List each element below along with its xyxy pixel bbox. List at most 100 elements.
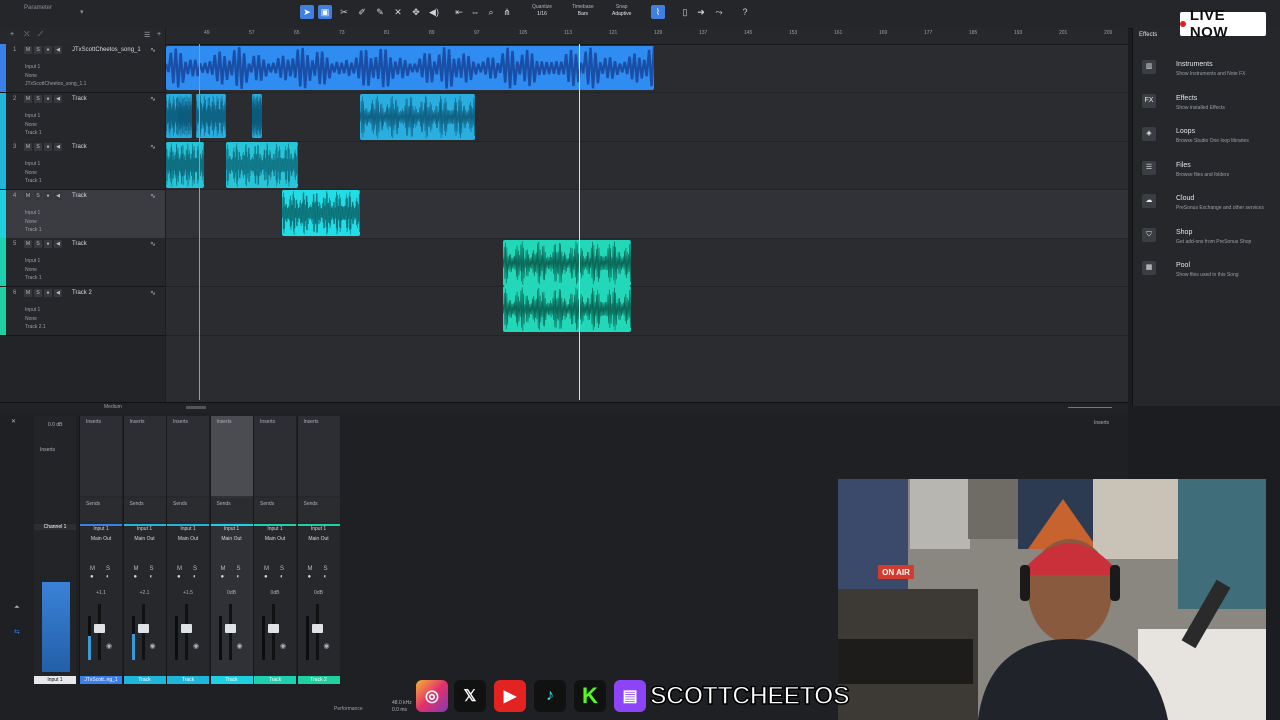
strip-solo-button[interactable]: S [193, 566, 197, 572]
track-layer[interactable]: JTxScottCheetos_song_1.1 [25, 81, 86, 87]
automation-icon[interactable]: ⟋ [38, 31, 43, 39]
audio-clip[interactable] [226, 142, 298, 188]
track-output[interactable]: None [25, 267, 37, 273]
paint-tool-icon[interactable]: ✎ [373, 5, 387, 19]
sends-slot[interactable]: Sends [167, 498, 209, 522]
arrow-tool-icon[interactable]: ➤ [300, 5, 314, 19]
track-header[interactable]: 4 M S ● ◀ Track ∿ Input 1 None Track 1 [0, 189, 165, 239]
inserts-slot[interactable]: Inserts [123, 416, 166, 496]
mute-button[interactable]: M [24, 191, 32, 200]
inserts-slot[interactable]: Inserts [297, 416, 340, 496]
strip-record-icon[interactable]: ● [134, 574, 138, 580]
strip-monitor-icon[interactable]: ◐ [106, 574, 110, 580]
strip-input[interactable]: Input 1 [254, 526, 296, 532]
strip-monitor-icon[interactable]: ◐ [324, 574, 328, 580]
track-lane[interactable] [166, 93, 1128, 142]
zoom-slider[interactable] [1068, 407, 1112, 408]
track-input[interactable]: Input 1 [25, 307, 40, 313]
strip-input[interactable]: Input 1 [298, 526, 340, 532]
pan-knob-icon[interactable]: ◉ [324, 642, 330, 650]
mixer-channel-strip[interactable]: Inserts Sends Input 1 Main Out M S ● ◐ +… [122, 416, 166, 684]
strip-output[interactable]: Main Out [298, 536, 340, 542]
automation-wave-icon[interactable]: ∿ [150, 46, 156, 54]
volume-fader-handle[interactable] [268, 624, 279, 633]
metronome-tool-icon[interactable]: ⋔ [500, 5, 514, 19]
track-name[interactable]: Track [72, 241, 87, 247]
monitor-button[interactable]: ◀ [54, 191, 62, 200]
zoom-tool-icon[interactable]: ⌕ [484, 5, 498, 19]
record-button[interactable]: ● [44, 46, 52, 54]
track-name[interactable]: Track [72, 96, 87, 102]
audio-clip[interactable] [503, 286, 631, 332]
sends-slot[interactable]: Sends [297, 498, 340, 522]
forward-icon[interactable]: ➜ [694, 5, 708, 19]
add-track-icon[interactable]: + [10, 31, 14, 38]
strip-record-icon[interactable]: ● [221, 574, 225, 580]
mute-tool-icon[interactable]: ✕ [391, 5, 405, 19]
range-tool-icon[interactable]: ▣ [318, 5, 332, 19]
strip-solo-button[interactable]: S [280, 566, 284, 572]
track-input[interactable]: Input 1 [25, 113, 40, 119]
strip-record-icon[interactable]: ● [264, 574, 268, 580]
track-layer[interactable]: Track 1 [25, 178, 41, 184]
track-menu-icon[interactable]: ☰ [144, 31, 150, 39]
mixer-option-active-icon[interactable]: ⇆ [14, 628, 20, 636]
strip-monitor-icon[interactable]: ◐ [150, 574, 154, 580]
timebase-selector[interactable]: Timebase Bars [572, 4, 594, 18]
audio-clip[interactable] [360, 94, 475, 140]
track-name[interactable]: Track 2 [72, 290, 92, 296]
mixer-channel-strip[interactable]: Inserts Sends Input 1 Main Out M S ● ◐ 0… [296, 416, 340, 684]
solo-button[interactable]: S [34, 143, 42, 151]
strip-mute-button[interactable]: M [177, 566, 182, 572]
track-layer[interactable]: Track 1 [25, 130, 41, 136]
solo-button[interactable]: S [34, 46, 42, 54]
mute-button[interactable]: M [24, 46, 32, 54]
automation-wave-icon[interactable]: ∿ [150, 95, 156, 103]
arrange-view[interactable] [166, 28, 1128, 406]
strip-input[interactable]: Input 1 [80, 526, 122, 532]
volume-fader-handle[interactable] [224, 624, 236, 633]
track-input[interactable]: Input 1 [25, 64, 40, 70]
strip-mute-button[interactable]: M [134, 566, 139, 572]
track-lane[interactable] [166, 238, 1128, 287]
listen-tool-icon[interactable]: ◀) [427, 5, 441, 19]
track-header[interactable]: 2 M S ● ◀ Track ∿ Input 1 None Track 1 [0, 92, 165, 142]
track-output[interactable]: None [25, 122, 37, 128]
strip-mute-button[interactable]: M [308, 566, 313, 572]
pan-knob-icon[interactable]: ◉ [150, 642, 156, 650]
arrange-scrollbar[interactable]: Medium [0, 402, 1128, 413]
snap-selector[interactable]: Snap Adaptive [612, 4, 631, 18]
sends-slot[interactable]: Sends [80, 498, 122, 522]
pan-knob-icon[interactable]: ◉ [106, 642, 112, 650]
audio-clip[interactable] [282, 190, 360, 236]
strip-mute-button[interactable]: M [264, 566, 269, 572]
solo-button[interactable]: S [34, 94, 42, 103]
track-header[interactable]: 6 M S ● ◀ Track 2 ∿ Input 1 None Track 2… [0, 286, 165, 336]
strip-solo-button[interactable]: S [150, 566, 154, 572]
strip-mute-button[interactable]: M [90, 566, 95, 572]
mixer-channel-strip[interactable]: Inserts Sends Input 1 Main Out M S ● ◐ 0… [209, 416, 253, 684]
strip-solo-button[interactable]: S [324, 566, 328, 572]
mute-button[interactable]: M [24, 240, 32, 248]
track-name[interactable]: Track [72, 193, 87, 199]
monitor-button[interactable]: ◀ [54, 46, 62, 54]
record-button[interactable]: ● [44, 143, 52, 151]
sends-slot[interactable]: Sends [210, 498, 253, 522]
loop-marker[interactable] [199, 44, 200, 400]
track-output[interactable]: None [25, 219, 37, 225]
mixer-channel-strip[interactable]: Inserts Sends Input 1 Main Out M S ● ◐ +… [166, 416, 209, 684]
strip-mute-button[interactable]: M [221, 566, 226, 572]
strip-monitor-icon[interactable]: ◐ [237, 574, 241, 580]
snap-range-icon[interactable]: ⇔ [468, 5, 482, 19]
track-layer[interactable]: Track 1 [25, 227, 41, 233]
track-input[interactable]: Input 1 [25, 210, 40, 216]
playhead-cursor[interactable] [579, 44, 580, 400]
solo-button[interactable]: S [34, 288, 42, 297]
track-output[interactable]: None [25, 73, 37, 79]
track-lane[interactable] [166, 141, 1128, 190]
automation-wave-icon[interactable]: ∿ [150, 143, 156, 151]
pan-knob-icon[interactable]: ◉ [280, 642, 286, 650]
timeline-ruler[interactable]: 49 57 65 73 81 89 97 105 113 121 129 137 145 153 161 16… [166, 28, 1128, 45]
mixer-channel-strip[interactable]: Inserts Sends Input 1 Main Out M S ● ◐ +… [79, 416, 122, 684]
pan-knob-icon[interactable]: ◉ [193, 642, 199, 650]
